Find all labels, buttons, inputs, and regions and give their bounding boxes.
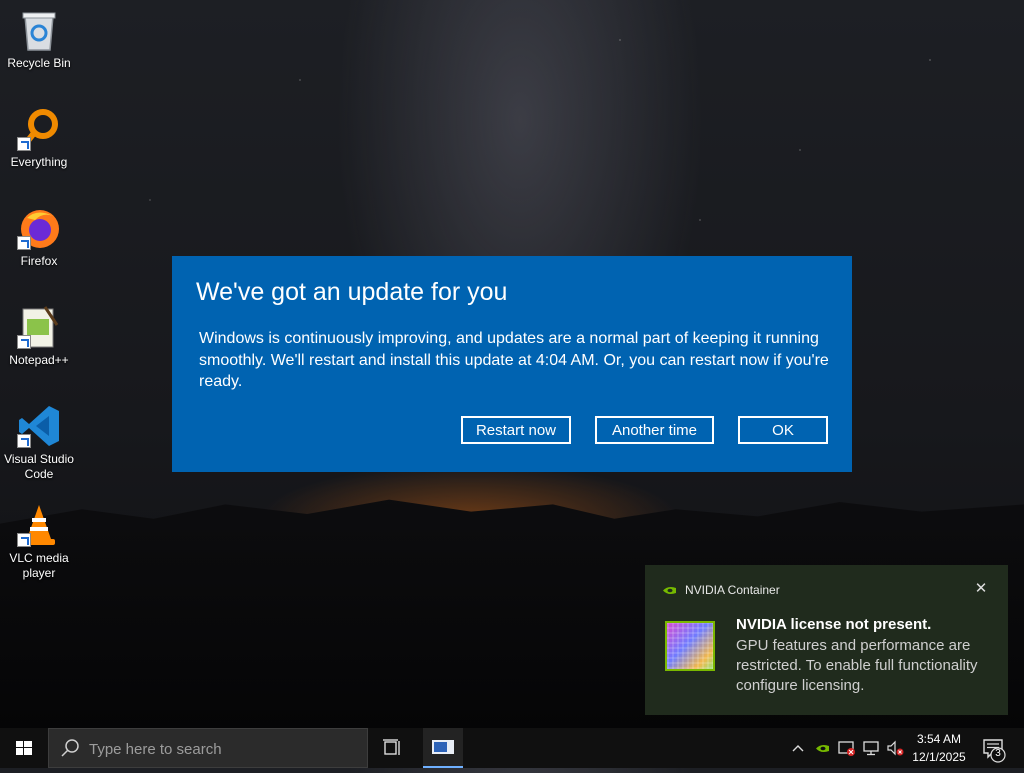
desktop-icon-label: Visual Studio Code bbox=[4, 452, 74, 481]
desktop-icon-vscode[interactable]: Visual Studio Code bbox=[0, 404, 78, 482]
clock-time: 3:54 AM bbox=[916, 732, 962, 746]
notification-heading: NVIDIA license not present. bbox=[736, 616, 932, 633]
chevron-up-icon[interactable] bbox=[790, 728, 806, 768]
desktop-icon-notepad-plus-plus[interactable]: Notepad++ bbox=[0, 305, 78, 368]
nvidia-logo-icon bbox=[663, 586, 676, 595]
security-alert-icon[interactable] bbox=[836, 728, 858, 768]
another-time-button[interactable]: Another time bbox=[595, 416, 714, 444]
dialog-message: Windows is continuously improving, and u… bbox=[199, 330, 829, 390]
volume-muted-icon[interactable] bbox=[884, 728, 906, 768]
action-center-button[interactable]: 3 bbox=[976, 728, 1020, 768]
notification-app-name: NVIDIA Container bbox=[685, 583, 780, 597]
task-view-icon bbox=[383, 739, 400, 755]
desktop-icon-label: Notepad++ bbox=[9, 353, 69, 367]
taskbar-app-window[interactable] bbox=[423, 728, 463, 768]
desktop-icon-label: Everything bbox=[10, 155, 68, 169]
desktop-icon-recycle-bin[interactable]: Recycle Bin bbox=[0, 8, 78, 71]
window-app-icon bbox=[432, 740, 454, 754]
search-placeholder: Type here to search bbox=[89, 741, 222, 758]
taskbar-clock[interactable]: 3:54 AM 12/1/2025 bbox=[906, 730, 972, 766]
restart-now-button[interactable]: Restart now bbox=[461, 416, 571, 444]
desktop-icon-everything[interactable]: Everything bbox=[0, 107, 78, 170]
taskbar: Type here to search 3:54 AM 12/1/2025 3 bbox=[0, 728, 1024, 768]
nvidia-tray-icon[interactable] bbox=[812, 728, 832, 768]
clock-date: 12/1/2025 bbox=[912, 750, 966, 764]
windows-logo-icon bbox=[16, 741, 32, 755]
vscode-icon bbox=[17, 404, 61, 448]
desktop-icon-label: Firefox bbox=[20, 254, 58, 268]
taskbar-search-box[interactable]: Type here to search bbox=[48, 728, 368, 768]
shortcut-arrow-icon bbox=[17, 137, 31, 151]
ok-button[interactable]: OK bbox=[738, 416, 828, 444]
shortcut-arrow-icon bbox=[17, 434, 31, 448]
gpu-chip-icon bbox=[665, 621, 715, 671]
notification-count-badge: 3 bbox=[995, 748, 1001, 759]
notepad-plus-plus-icon bbox=[17, 305, 61, 349]
shortcut-arrow-icon bbox=[17, 236, 31, 250]
notification-text: GPU features and performance are restric… bbox=[736, 637, 978, 694]
desktop-icon-label: Recycle Bin bbox=[7, 56, 71, 70]
desktop-icon-label: VLC media player bbox=[9, 551, 69, 580]
task-view-button[interactable] bbox=[372, 728, 412, 768]
shortcut-arrow-icon bbox=[17, 533, 31, 547]
start-button[interactable] bbox=[0, 728, 48, 768]
network-icon[interactable] bbox=[860, 728, 882, 768]
search-icon bbox=[61, 739, 79, 757]
close-icon[interactable]: ✕ bbox=[973, 579, 989, 597]
desktop-icon-vlc[interactable]: VLC media player bbox=[0, 503, 78, 581]
windows-update-dialog: We've got an update for you Windows is c… bbox=[172, 256, 852, 472]
firefox-icon bbox=[17, 206, 61, 250]
recycle-bin-icon bbox=[17, 8, 61, 52]
shortcut-arrow-icon bbox=[17, 335, 31, 349]
desktop-icon-firefox[interactable]: Firefox bbox=[0, 206, 78, 269]
dialog-title: We've got an update for you bbox=[196, 278, 508, 306]
vlc-cone-icon bbox=[17, 503, 61, 547]
nvidia-notification-toast[interactable]: NVIDIA Container ✕ NVIDIA license not pr… bbox=[645, 565, 1008, 715]
everything-search-icon bbox=[17, 107, 61, 151]
